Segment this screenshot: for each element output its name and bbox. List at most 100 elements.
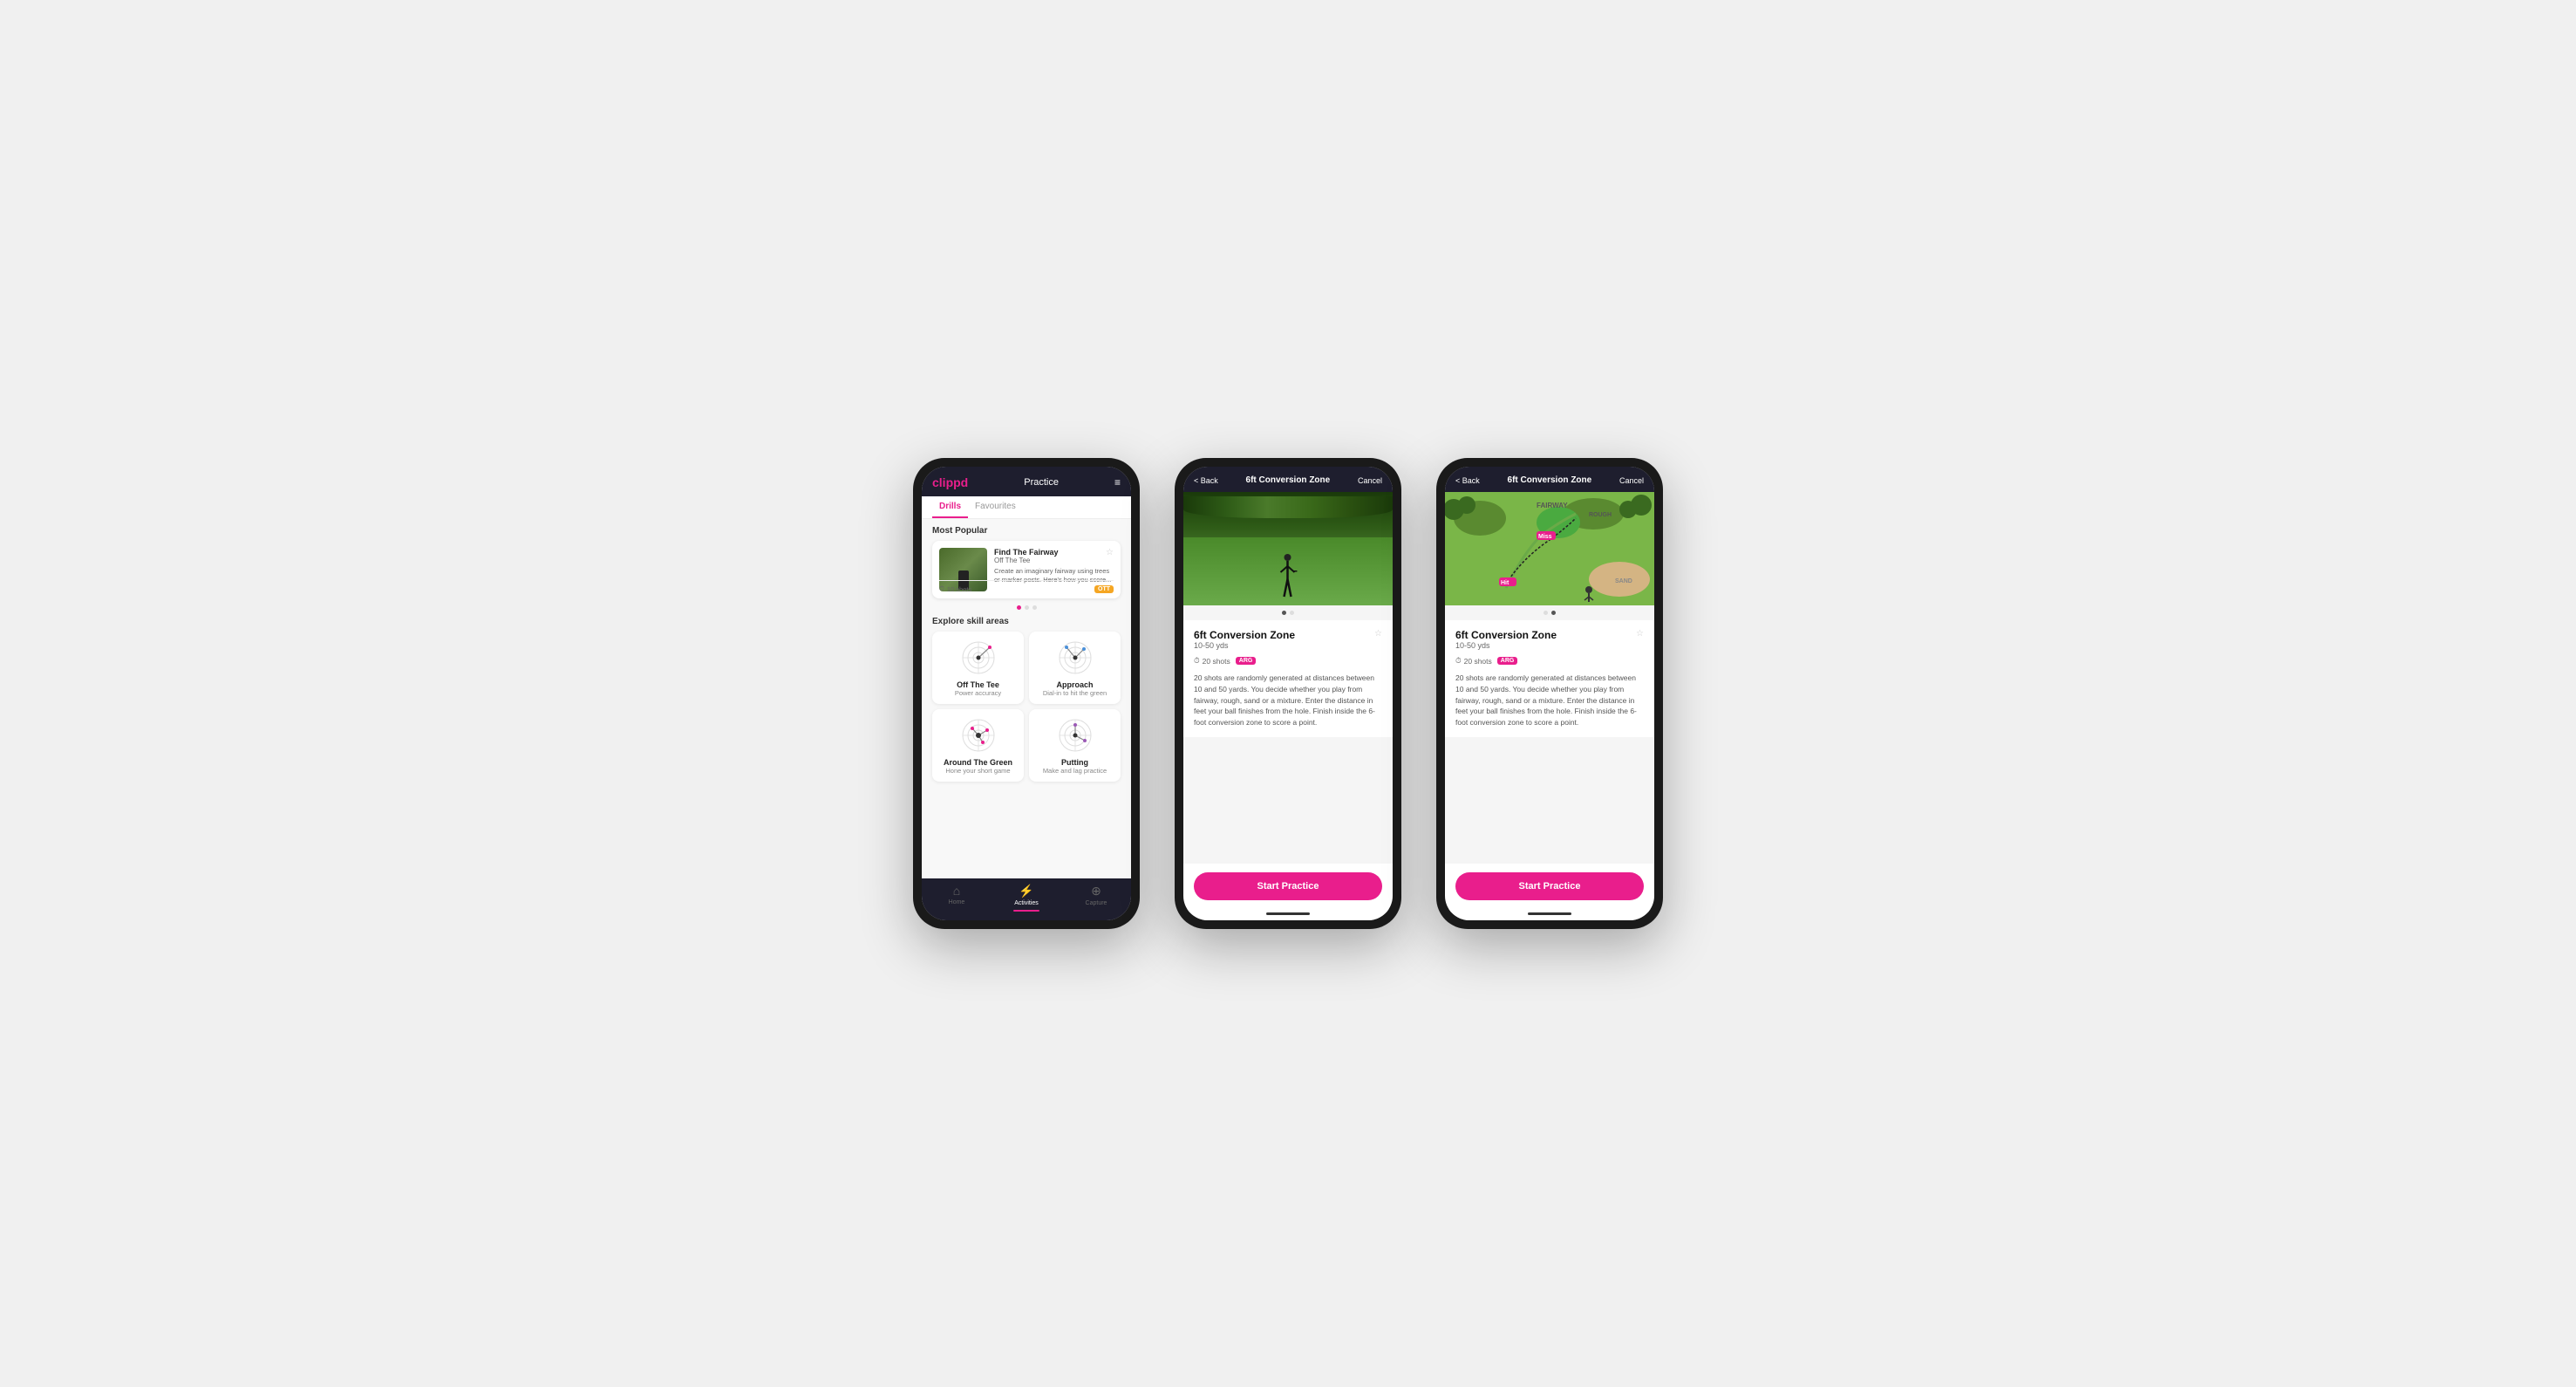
dot-1: [1282, 611, 1286, 615]
shots-info: ⏱ 10 shots: [939, 584, 971, 593]
title-row: 6ft Conversion Zone 10-50 yds ☆: [1455, 629, 1644, 653]
skill-card-putting[interactable]: Putting Make and lag practice: [1029, 709, 1121, 782]
title-row: 6ft Conversion Zone 10-50 yds ☆: [1194, 629, 1382, 653]
favourite-star[interactable]: ☆: [1374, 629, 1382, 639]
drill-tag: ARG: [1497, 657, 1518, 665]
drill-detail-body: 6ft Conversion Zone 10-50 yds ☆ ⏱ 20 sho…: [1445, 620, 1654, 737]
phone3-header-title: 6ft Conversion Zone: [1508, 475, 1592, 485]
home-label: Home: [949, 899, 965, 905]
putting-name: Putting: [1036, 758, 1114, 767]
drill-description: 20 shots are randomly generated at dista…: [1194, 673, 1382, 728]
image-dots: [1183, 605, 1393, 620]
svg-text:FAIRWAY: FAIRWAY: [1537, 502, 1568, 509]
explore-label: Explore skill areas: [932, 617, 1121, 626]
dot-3: [1032, 605, 1037, 610]
dot-2: [1551, 611, 1556, 615]
skill-card-ott[interactable]: Off The Tee Power accuracy: [932, 632, 1024, 704]
drill-description: 20 shots are randomly generated at dista…: [1455, 673, 1644, 728]
start-practice-button[interactable]: Start Practice: [1455, 872, 1644, 900]
phone-2: < Back 6ft Conversion Zone Cancel: [1175, 458, 1401, 929]
home-bar: [1528, 912, 1571, 915]
favourite-star[interactable]: ☆: [1636, 629, 1644, 639]
menu-icon[interactable]: ≡: [1114, 476, 1121, 489]
phone-3-screen: < Back 6ft Conversion Zone Cancel SAND: [1445, 467, 1654, 920]
dot-2: [1290, 611, 1294, 615]
svg-text:ROUGH: ROUGH: [1589, 512, 1612, 518]
skill-card-arg[interactable]: Around The Green Hone your short game: [932, 709, 1024, 782]
drill-title: 6ft Conversion Zone: [1455, 629, 1557, 641]
drill-yardage: 10-50 yds: [1194, 641, 1295, 650]
shots-row: ⏱ 20 shots ARG: [1194, 656, 1382, 666]
back-button[interactable]: < Back: [1455, 476, 1480, 485]
svg-text:SAND: SAND: [1615, 578, 1632, 584]
app-logo: clippd: [932, 475, 968, 489]
image-dots: [1445, 605, 1654, 620]
tab-favourites[interactable]: Favourites: [968, 496, 1023, 518]
phone-1-screen: clippd Practice ≡ Drills Favourites Most…: [922, 467, 1131, 920]
drill-yardage: 10-50 yds: [1455, 641, 1557, 650]
drill-title-group: 6ft Conversion Zone 10-50 yds: [1194, 629, 1295, 653]
putting-icon: [1053, 716, 1097, 755]
phone3-header: < Back 6ft Conversion Zone Cancel: [1445, 467, 1654, 492]
drill-map: SAND Hit Miss: [1445, 492, 1654, 605]
shots-row: ⏱ 20 shots ARG: [1455, 656, 1644, 666]
dot-1: [1017, 605, 1021, 610]
phone-2-screen: < Back 6ft Conversion Zone Cancel: [1183, 467, 1393, 920]
drill-title-group: 6ft Conversion Zone 10-50 yds: [1455, 629, 1557, 653]
capture-label: Capture: [1086, 900, 1107, 906]
capture-icon: ⊕: [1091, 884, 1101, 898]
approach-desc: Dial-in to hit the green: [1036, 689, 1114, 697]
home-bar: [1266, 912, 1310, 915]
cancel-button[interactable]: Cancel: [1619, 476, 1644, 485]
drill-tag: ARG: [1236, 657, 1257, 665]
favourite-star[interactable]: ☆: [1106, 548, 1114, 557]
drill-detail-body: 6ft Conversion Zone 10-50 yds ☆ ⏱ 20 sho…: [1183, 620, 1393, 737]
bottom-nav: ⌂ Home ⚡ Activities ⊕ Capture: [922, 878, 1131, 920]
ott-desc: Power accuracy: [939, 689, 1017, 697]
photo-bg: [1183, 492, 1393, 605]
most-popular-label: Most Popular: [932, 526, 1121, 536]
active-underline: [1013, 910, 1039, 912]
start-practice-button[interactable]: Start Practice: [1194, 872, 1382, 900]
tab-drills[interactable]: Drills: [932, 496, 968, 518]
svg-text:Hit: Hit: [1501, 580, 1509, 586]
approach-icon: [1053, 639, 1097, 677]
nav-capture[interactable]: ⊕ Capture: [1061, 884, 1131, 912]
shots-label: ⏱ 20 shots: [1455, 656, 1492, 666]
dot-2: [1025, 605, 1029, 610]
activities-icon: ⚡: [1019, 884, 1033, 898]
drill-name: Find The Fairway: [994, 548, 1114, 557]
ott-name: Off The Tee: [939, 680, 1017, 689]
cancel-button[interactable]: Cancel: [1358, 476, 1382, 485]
ott-icon: [957, 639, 1000, 677]
arg-name: Around The Green: [939, 758, 1017, 767]
phone-3: < Back 6ft Conversion Zone Cancel SAND: [1436, 458, 1663, 929]
home-icon: ⌂: [953, 884, 960, 898]
arg-icon: [957, 716, 1000, 755]
drill-title: 6ft Conversion Zone: [1194, 629, 1295, 641]
skill-card-approach[interactable]: Approach Dial-in to hit the green: [1029, 632, 1121, 704]
drill-tag: OTT: [1094, 585, 1114, 593]
tabs-bar: Drills Favourites: [922, 496, 1131, 519]
back-button[interactable]: < Back: [1194, 476, 1218, 485]
phone2-header-title: 6ft Conversion Zone: [1246, 475, 1331, 485]
approach-name: Approach: [1036, 680, 1114, 689]
featured-drill-card[interactable]: Find The Fairway Off The Tee Create an i…: [932, 541, 1121, 598]
nav-activities[interactable]: ⚡ Activities: [992, 884, 1061, 912]
arg-desc: Hone your short game: [939, 767, 1017, 775]
drill-sub: Off The Tee: [994, 557, 1114, 564]
carousel-dots: [932, 605, 1121, 610]
phone1-header: clippd Practice ≡: [922, 467, 1131, 496]
phone1-content: Most Popular Find The Fairway Off The Te…: [922, 519, 1131, 878]
activities-label: Activities: [1014, 900, 1039, 906]
home-indicator: [1445, 909, 1654, 920]
skill-grid: Off The Tee Power accuracy: [932, 632, 1121, 782]
home-indicator: [1183, 909, 1393, 920]
drill-photo: [1183, 492, 1393, 605]
putting-desc: Make and lag practice: [1036, 767, 1114, 775]
header-title: Practice: [1024, 477, 1059, 488]
svg-text:Miss: Miss: [1538, 534, 1552, 540]
nav-home[interactable]: ⌂ Home: [922, 884, 992, 912]
shots-label: ⏱ 20 shots: [1194, 656, 1230, 666]
phone-1: clippd Practice ≡ Drills Favourites Most…: [913, 458, 1140, 929]
